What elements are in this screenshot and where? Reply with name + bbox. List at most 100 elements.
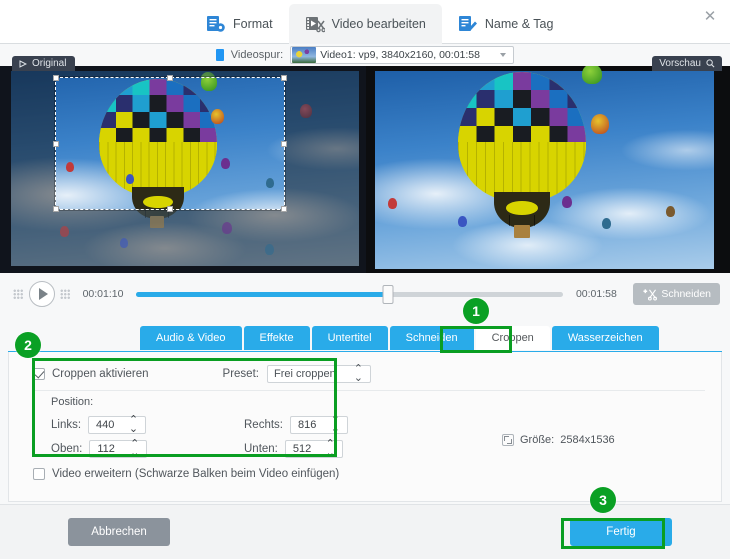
balloon-graphic-preview [458, 72, 586, 238]
crop-enable-row: Croppen aktivieren Preset: Frei croppen … [33, 364, 701, 384]
preset-value: Frei croppen [273, 368, 336, 380]
crop-bottom-field: Unten: 512 ⌃ ⌄ [244, 439, 343, 459]
preview-label-tag[interactable]: Vorschau [652, 56, 722, 71]
original-preview-pane[interactable] [0, 66, 366, 273]
done-button[interactable]: Fertig [570, 518, 672, 546]
crop-handle-sw[interactable] [53, 206, 59, 212]
crop-handle-n[interactable] [167, 75, 173, 81]
video-editor-dialog: Format Video bearbeiten Name & Tag ✕ Vid… [0, 0, 730, 559]
spinner-icon[interactable]: ⌃ ⌄ [326, 439, 335, 459]
seek-bar[interactable] [136, 284, 564, 304]
badge-1: 1 [463, 298, 489, 324]
grip-right-icon[interactable] [60, 288, 71, 300]
video-track-icon [215, 49, 224, 61]
edit-tab-bar: Audio & Video Effekte Untertitel Schneid… [0, 326, 730, 352]
close-icon[interactable]: ✕ [698, 4, 722, 28]
video-track-row: Videospur: Video1: vp9, 3840x2160, 00:01… [0, 44, 730, 66]
position-label: Position: [51, 396, 94, 408]
balloon-graphic-bright [99, 79, 217, 209]
tab-name-tag[interactable]: Name & Tag [442, 4, 570, 44]
crop-left-field: Links: 440 ⌃ ⌄ [51, 415, 147, 435]
resize-icon [502, 434, 514, 446]
crop-right-field: Rechts: 816 ⌃ ⌄ [244, 415, 348, 435]
spinner-icon: ⌃ ⌄ [353, 363, 363, 384]
crop-settings-panel: Croppen aktivieren Preset: Frei croppen … [8, 352, 722, 502]
crop-handle-e[interactable] [281, 140, 287, 147]
play-icon [38, 288, 48, 300]
cancel-button[interactable]: Abbrechen [68, 518, 170, 546]
subtab-wasserzeichen[interactable]: Wasserzeichen [551, 326, 659, 350]
crop-handle-nw[interactable] [53, 75, 59, 81]
crop-enable-checkbox[interactable] [33, 368, 45, 380]
expand-video-label: Video erweitern (Schwarze Balken beim Vi… [52, 468, 340, 480]
seek-progress [136, 291, 389, 297]
preset-select[interactable]: Frei croppen ⌃ ⌄ [266, 363, 371, 384]
crop-top-label: Oben: [51, 443, 83, 455]
cut-button[interactable]: Schneiden [633, 283, 720, 305]
subtab-audio-video[interactable]: Audio & Video [140, 326, 242, 350]
original-label: Original [32, 58, 67, 69]
size-label: Größe: [520, 434, 555, 446]
crop-handle-s[interactable] [167, 206, 173, 212]
badge-2: 2 [15, 332, 41, 358]
crop-top-value: 112 [97, 443, 115, 455]
tab-name-tag-label: Name & Tag [484, 17, 554, 31]
crop-selection-content [56, 78, 284, 209]
spinner-icon[interactable]: ⌃ ⌄ [331, 415, 340, 435]
top-tabs: Format Video bearbeiten Name & Tag [190, 0, 569, 44]
size-value: 2584x1536 [560, 434, 615, 446]
video-track-value: Video1: vp9, 3840x2160, 00:01:58 [320, 49, 480, 61]
badge-3: 3 [590, 487, 616, 513]
expand-video-checkbox[interactable] [33, 468, 45, 480]
expand-video-row: Video erweitern (Schwarze Balken beim Vi… [33, 468, 339, 480]
cut-button-label: Schneiden [661, 288, 711, 300]
tab-video-bearbeiten[interactable]: Video bearbeiten [288, 4, 442, 44]
subtab-croppen-label: Croppen [491, 332, 534, 344]
video-track-select[interactable]: Video1: vp9, 3840x2160, 00:01:58 [290, 46, 515, 64]
subtab-schneiden-label: Schneiden [405, 332, 458, 344]
dialog-footer: Abbrechen Fertig [0, 504, 730, 559]
panel-divider [33, 390, 705, 391]
subtab-effekte[interactable]: Effekte [243, 326, 310, 350]
crop-left-label: Links: [51, 419, 82, 431]
subtab-croppen[interactable]: Croppen [475, 326, 550, 350]
spinner-icon[interactable]: ⌃ ⌄ [130, 439, 139, 459]
scissors-plus-icon [643, 288, 658, 300]
player-controls: 00:01:10 00:01:58 Schneiden [0, 273, 730, 315]
play-button[interactable] [29, 281, 55, 307]
chevron-down-icon [500, 53, 507, 57]
preset-label: Preset: [222, 368, 259, 380]
seek-handle[interactable] [382, 284, 394, 304]
done-button-label: Fertig [606, 526, 636, 538]
preview-area: Original Vorschau [0, 56, 730, 273]
crop-top-input[interactable]: 112 ⌃ ⌄ [89, 439, 148, 459]
video-thumbnail [292, 47, 317, 63]
current-time: 00:01:10 [82, 288, 124, 300]
subtab-wasserzeichen-label: Wasserzeichen [567, 332, 643, 344]
crop-bottom-value: 512 [292, 443, 312, 455]
edit-tabs: Audio & Video Effekte Untertitel Schneid… [140, 326, 659, 350]
crop-right-value: 816 [298, 419, 317, 431]
crop-bottom-label: Unten: [244, 443, 278, 455]
crop-right-input[interactable]: 816 ⌃ ⌄ [290, 415, 348, 435]
play-triangle-icon [19, 59, 27, 68]
grip-left-icon[interactable] [13, 288, 24, 300]
crop-bottom-input[interactable]: 512 ⌃ ⌄ [284, 439, 343, 459]
cancel-button-label: Abbrechen [91, 526, 147, 538]
crop-handle-se[interactable] [281, 206, 287, 212]
video-track-label: Videospur: [230, 49, 284, 61]
crop-handle-w[interactable] [53, 140, 59, 147]
spinner-icon[interactable]: ⌃ ⌄ [129, 415, 138, 435]
subtab-untertitel[interactable]: Untertitel [311, 326, 388, 350]
size-display: Größe: 2584x1536 [502, 434, 615, 446]
format-icon [207, 16, 225, 32]
subtab-schneiden[interactable]: Schneiden [389, 326, 474, 350]
magnifier-icon [706, 59, 715, 68]
tab-format[interactable]: Format [190, 4, 289, 44]
tab-format-label: Format [233, 17, 273, 31]
crop-left-input[interactable]: 440 ⌃ ⌄ [88, 415, 147, 435]
top-tab-bar: Format Video bearbeiten Name & Tag ✕ [0, 0, 730, 44]
crop-selection-box[interactable] [53, 75, 287, 212]
result-preview-pane[interactable] [366, 66, 730, 273]
crop-handle-ne[interactable] [281, 75, 287, 81]
